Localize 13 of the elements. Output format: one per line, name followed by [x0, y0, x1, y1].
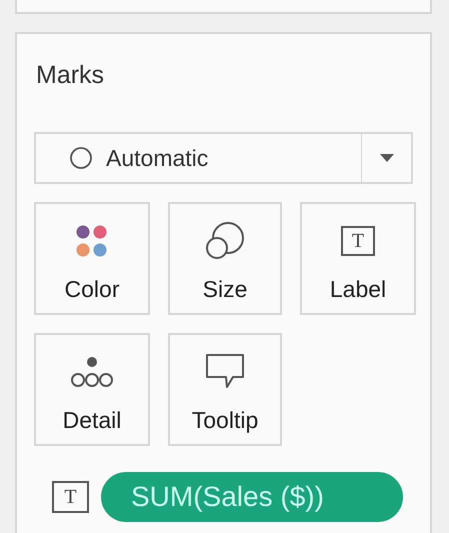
marks-button[interactable]: Size	[168, 202, 282, 315]
marks-button[interactable]: Tooltip	[168, 333, 282, 446]
caret-icon	[379, 153, 395, 163]
circle-icon	[69, 146, 93, 170]
text-icon: T	[52, 481, 89, 513]
marks-button[interactable]: T Label	[300, 202, 416, 315]
marks-button[interactable]: Color	[34, 202, 150, 315]
circles-icon	[205, 222, 245, 260]
speech-bubble-icon	[205, 353, 245, 391]
card-title: Marks	[35, 60, 106, 90]
marks-button[interactable]: Detail	[34, 333, 150, 446]
mark-type-dropdown[interactable]: Automatic	[34, 132, 413, 184]
text-icon: T	[341, 226, 375, 256]
